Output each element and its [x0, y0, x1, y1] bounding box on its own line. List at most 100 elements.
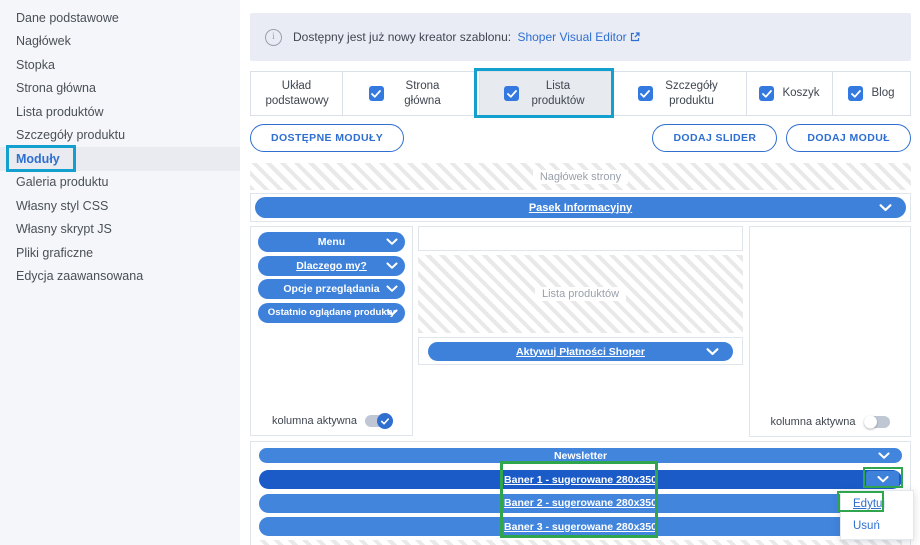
checkbox-strona-glowna[interactable]: [368, 86, 384, 101]
check-icon: [371, 89, 381, 98]
banner-3-module[interactable]: Baner 3 - sugerowane 280x350: [259, 517, 902, 536]
toolbar: DOSTĘPNE MODUŁY DODAJ SLIDER DODAJ MODUŁ: [250, 124, 911, 152]
sidebar-item-galeria-produktu[interactable]: Galeria produktu: [0, 171, 240, 195]
module-label: Baner 1 - sugerowane 280x350: [504, 473, 657, 486]
sidebar-item-dane-podstawowe[interactable]: Dane podstawowe: [0, 6, 240, 30]
checkbox-szczegoly-produktu[interactable]: [637, 86, 653, 101]
checkbox-blog[interactable]: [848, 86, 864, 101]
module-ostatnio-ogladane[interactable]: Ostatnio oglądane produkty: [258, 302, 405, 323]
sidebar-item-label: Strona główna: [16, 81, 96, 96]
sidebar-item-label: Nagłówek: [16, 34, 71, 49]
sidebar-item-wlasny-styl-css[interactable]: Własny styl CSS: [0, 194, 240, 218]
sidebar-item-edycja-zaawansowana[interactable]: Edycja zaawansowana: [0, 265, 240, 289]
info-banner-text: Dostępny jest już nowy kreator szablonu:…: [293, 30, 640, 44]
sidebar: Dane podstawowe Nagłówek Stopka Strona g…: [0, 0, 240, 545]
module-label: Baner 3 - sugerowane 280x350: [504, 520, 657, 533]
sidebar-item-stopka[interactable]: Stopka: [0, 53, 240, 77]
tab-blog[interactable]: Blog: [833, 72, 910, 115]
tab-strona-glowna[interactable]: Strona główna: [343, 72, 480, 115]
module-label: Newsletter: [553, 449, 608, 462]
sidebar-item-label: Stopka: [16, 57, 55, 72]
module-opcje-przegladania[interactable]: Opcje przeglądania: [258, 279, 405, 299]
module-label: Aktywuj Płatności Shoper: [516, 345, 645, 358]
sidebar-item-strona-glowna[interactable]: Strona główna: [0, 77, 240, 101]
module-label: Opcje przeglądania: [283, 283, 380, 295]
context-menu-delete[interactable]: Usuń: [841, 515, 913, 537]
context-menu-edit[interactable]: Edytuj: [841, 493, 913, 515]
chevron-down-icon: [386, 262, 398, 269]
right-column-active-row: kolumna aktywna: [750, 415, 910, 429]
checkbox-koszyk[interactable]: [759, 86, 775, 101]
bottom-modules-container: Newsletter Baner 1 - sugerowane 280x350 …: [250, 441, 911, 545]
chevron-down-icon: [879, 203, 892, 211]
newsletter-module[interactable]: Newsletter: [259, 448, 902, 463]
sidebar-item-naglowek[interactable]: Nagłówek: [0, 30, 240, 54]
placeholder-label: Lista produktów: [534, 287, 627, 301]
tab-szczegoly-produktu[interactable]: Szczegóły produktu: [614, 72, 747, 115]
banner-2-module[interactable]: Baner 2 - sugerowane 280x350: [259, 493, 902, 513]
page-header-placeholder: Nagłówek strony: [250, 163, 911, 190]
info-bar-module[interactable]: Pasek Informacyjny: [255, 197, 906, 218]
add-slider-button[interactable]: DODAJ SLIDER: [652, 124, 778, 152]
page-type-tabs: Układ podstawowy Strona główna Lista pro…: [250, 71, 911, 116]
sidebar-item-lista-produktow[interactable]: Lista produktów: [0, 100, 240, 124]
sidebar-item-label: Pliki graficzne: [16, 245, 94, 260]
module-label: Ostatnio oglądane produkty: [267, 307, 396, 318]
module-menu[interactable]: Menu: [258, 232, 405, 252]
tab-uklad-podstawowy[interactable]: Układ podstawowy: [251, 72, 343, 115]
tab-label: Szczegóły produktu: [665, 79, 718, 107]
template-editor-page: Dane podstawowe Nagłówek Stopka Strona g…: [0, 0, 920, 545]
checkbox-lista-produktow[interactable]: [504, 86, 519, 101]
sidebar-item-szczegoly-produktu[interactable]: Szczegóły produktu: [0, 124, 240, 148]
check-icon: [381, 417, 389, 425]
available-modules-button[interactable]: DOSTĘPNE MODUŁY: [250, 124, 405, 152]
banner-1-options-button[interactable]: [866, 471, 899, 488]
payments-module[interactable]: Aktywuj Płatności Shoper: [428, 342, 733, 361]
tab-label: Lista produktów: [531, 79, 585, 107]
module-label: Menu: [317, 236, 346, 248]
info-banner: i Dostępny jest już nowy kreator szablon…: [250, 13, 911, 61]
info-icon: i: [265, 28, 282, 46]
menu-item-label: Usuń: [853, 520, 880, 532]
payments-module-container: Aktywuj Płatności Shoper: [418, 337, 743, 365]
right-column: kolumna aktywna: [749, 226, 911, 437]
sidebar-item-label: Lista produktów: [16, 104, 104, 119]
info-banner-message: Dostępny jest już nowy kreator szablonu:: [293, 30, 512, 44]
tab-label: Blog: [871, 87, 895, 100]
right-column-toggle-off[interactable]: [863, 415, 890, 429]
sidebar-item-moduly-active[interactable]: Moduły: [0, 147, 240, 171]
chevron-down-icon: [386, 238, 398, 245]
check-icon: [762, 89, 772, 98]
sidebar-item-label: Moduły: [16, 151, 60, 166]
layout-columns: Menu Dlaczego my? Opcje przeglądania Ost…: [250, 226, 911, 438]
sidebar-item-pliki-graficzne[interactable]: Pliki graficzne: [0, 241, 240, 265]
context-menu: Edytuj Usuń: [840, 490, 914, 540]
sidebar-item-label: Własny styl CSS: [16, 198, 109, 213]
center-column: Lista produktów Aktywuj Płatności Shoper: [418, 226, 743, 365]
main-content: i Dostępny jest już nowy kreator szablon…: [250, 0, 911, 545]
tab-koszyk[interactable]: Koszyk: [747, 72, 833, 115]
sidebar-item-label: Szczegóły produktu: [16, 128, 126, 143]
shoper-visual-editor-link[interactable]: Shoper Visual Editor: [517, 30, 640, 44]
sidebar-item-wlasny-skrypt-js[interactable]: Własny skrypt JS: [0, 218, 240, 242]
info-bar-module-container: Pasek Informacyjny: [250, 193, 911, 222]
module-label: Dlaczego my?: [296, 259, 367, 272]
module-dlaczego-my[interactable]: Dlaczego my?: [258, 255, 405, 276]
external-link-icon: [630, 32, 640, 42]
banner-1-module[interactable]: Baner 1 - sugerowane 280x350: [259, 470, 902, 489]
check-icon: [506, 89, 517, 98]
toggle-knob: [377, 413, 393, 429]
chevron-down-icon: [706, 347, 719, 355]
check-icon: [851, 89, 861, 98]
left-column-toggle-on[interactable]: [365, 413, 393, 429]
tab-lista-produktow[interactable]: Lista produktów: [480, 72, 614, 115]
module-label: Baner 2 - sugerowane 280x350: [504, 497, 657, 509]
page-footer-placeholder: [259, 540, 902, 545]
sidebar-item-label: Własny skrypt JS: [16, 222, 112, 237]
chevron-down-icon: [877, 476, 888, 483]
center-empty-slot: [418, 226, 743, 251]
sidebar-item-label: Edycja zaawansowana: [16, 269, 144, 284]
add-module-button[interactable]: DODAJ MODUŁ: [786, 124, 911, 152]
toolbar-right-group: DODAJ SLIDER DODAJ MODUŁ: [652, 124, 911, 152]
tab-label: Układ podstawowy: [265, 79, 329, 107]
